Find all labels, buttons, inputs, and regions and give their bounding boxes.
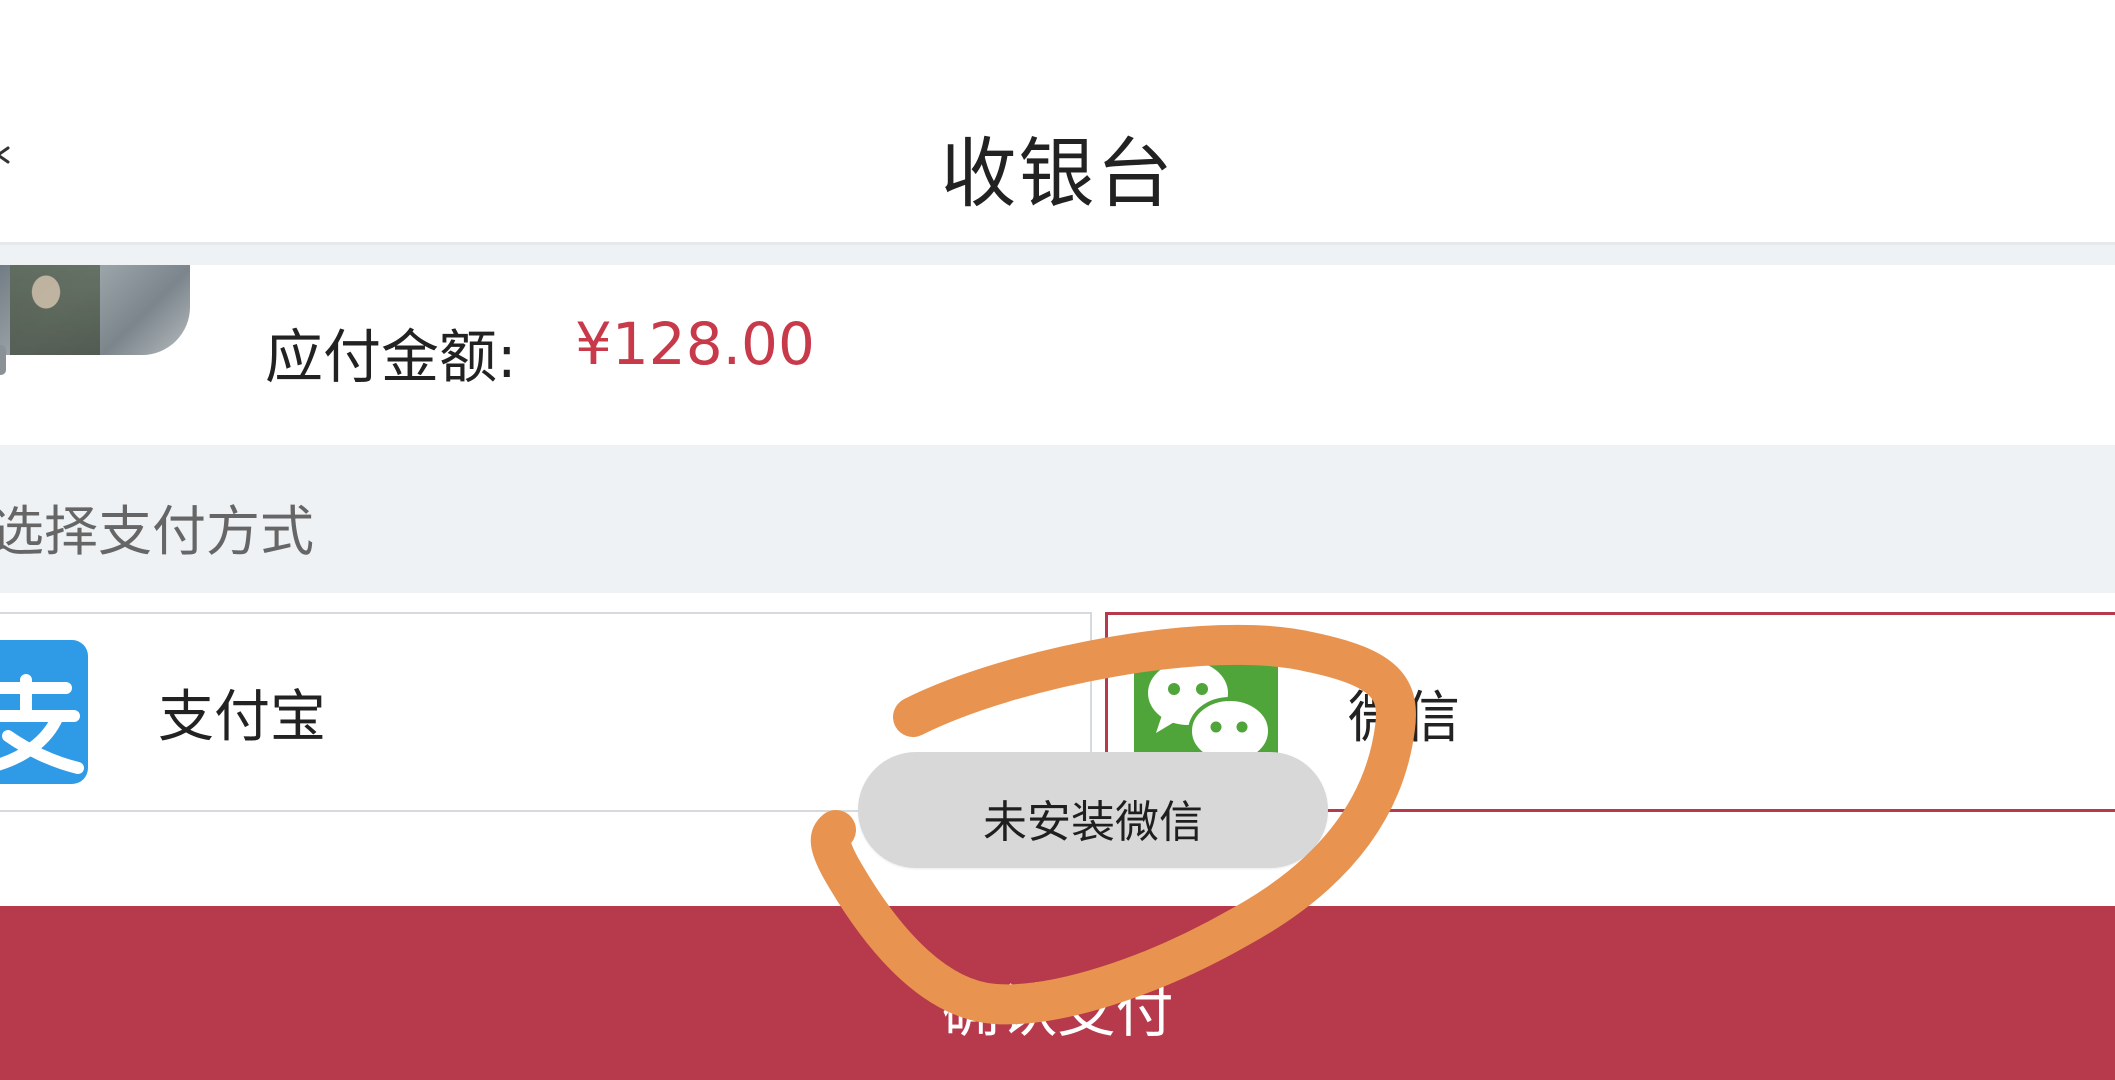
payment-method-header: 选择支付方式	[0, 445, 2115, 593]
payment-option-label: 微信	[1348, 686, 1460, 751]
confirm-pay-button[interactable]: 确认支付	[0, 906, 2115, 1080]
toast-text: 未安装微信	[983, 797, 1203, 848]
thumbnail-edge	[0, 345, 6, 375]
alipay-logo-icon	[0, 640, 88, 784]
product-image-figure	[10, 265, 100, 355]
payment-method-title: 选择支付方式	[0, 500, 314, 563]
toast-message: 未安装微信	[858, 752, 1328, 868]
checkout-page: 收银台 应付金额: ¥128.00 选择支付方式 支付宝 微信 确认支付 未安装…	[0, 0, 2115, 1080]
divider	[0, 245, 2115, 265]
page-title: 收银台	[940, 129, 1175, 218]
product-thumbnail	[0, 265, 190, 355]
payment-option-label: 支付宝	[158, 685, 326, 750]
amount-section: 应付金额: ¥128.00	[0, 265, 2115, 445]
amount-value: ¥128.00	[575, 310, 815, 378]
amount-label: 应付金额:	[265, 323, 517, 391]
header-bar: 收银台	[0, 0, 2115, 245]
confirm-pay-button-label: 确认支付	[941, 977, 1174, 1045]
